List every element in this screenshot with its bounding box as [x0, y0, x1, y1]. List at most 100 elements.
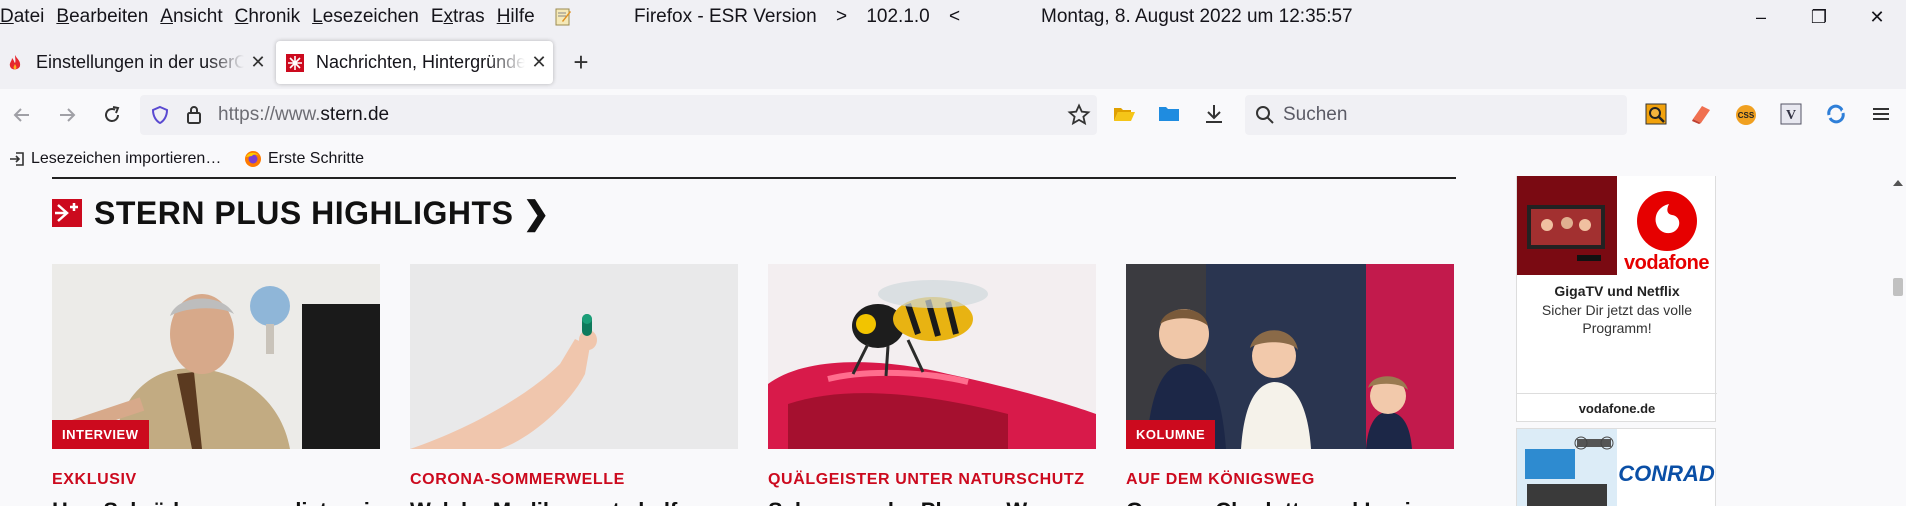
- article-card[interactable]: QUÄLGEISTER UNTER NATURSCHUTZ Schonen od…: [768, 264, 1096, 506]
- svg-text:CSS: CSS: [1738, 111, 1755, 120]
- close-tab-icon[interactable]: ✕: [525, 52, 553, 73]
- tab-title: Einstellungen in der userChrome.css: [36, 52, 244, 72]
- extension-search-icon[interactable]: [1644, 102, 1668, 126]
- tab-userchrome[interactable]: Einstellungen in der userChrome.css ✕: [0, 41, 272, 84]
- menu-item-text: hronik: [248, 6, 301, 27]
- page-scrollbar[interactable]: [1890, 176, 1906, 506]
- url-bar[interactable]: https://www.stern.de: [140, 95, 1097, 135]
- ad-image: [1517, 429, 1617, 506]
- open-folder-icon[interactable]: [1112, 102, 1136, 126]
- extension-v-icon[interactable]: V: [1779, 102, 1803, 126]
- menu-item-text: ilfe: [510, 6, 535, 27]
- tracking-shield-icon[interactable]: [150, 105, 170, 125]
- ad-domain[interactable]: vodafone.de: [1517, 401, 1717, 416]
- extension-sync-icon[interactable]: [1824, 102, 1848, 126]
- url-text[interactable]: https://www.stern.de: [218, 104, 389, 126]
- minimize-button[interactable]: –: [1732, 0, 1790, 34]
- folder-icon[interactable]: [1157, 102, 1181, 126]
- search-input[interactable]: [1283, 103, 1613, 127]
- article-badge: INTERVIEW: [52, 420, 149, 449]
- menu-item[interactable]: Chronik: [235, 6, 306, 28]
- ad-image: [1517, 176, 1617, 275]
- menu-item-text: tras: [453, 6, 485, 27]
- article-card[interactable]: KOLUMNE AUF DEM KÖNIGSWEG George, Charlo…: [1126, 264, 1454, 506]
- stern-logo-icon: [52, 199, 82, 227]
- scroll-up-arrow-icon[interactable]: [1893, 180, 1903, 186]
- import-icon: [10, 152, 24, 166]
- url-scheme: https://www.: [218, 104, 321, 125]
- article-headline[interactable]: Welche Medikamente helfen: [410, 498, 703, 506]
- ad-headline: GigaTV und Netflix: [1554, 283, 1680, 299]
- forward-button[interactable]: [53, 101, 81, 129]
- extension-css-icon[interactable]: CSS: [1734, 102, 1758, 126]
- menu-item-accesskey: x: [443, 6, 454, 27]
- download-icon[interactable]: [1202, 102, 1226, 126]
- advertisement-vodafone[interactable]: vodafone GigaTV und Netflix Sicher Dir j…: [1516, 176, 1717, 422]
- menu-item-text: nsicht: [172, 6, 223, 27]
- vodafone-wordmark: vodafone: [1624, 252, 1709, 274]
- bookmark-label: Lesezeichen importieren…: [31, 150, 222, 167]
- menu-item-accesskey: D: [0, 6, 14, 27]
- article-card[interactable]: CORONA-SOMMERWELLE Welche Medikamente he…: [410, 264, 738, 506]
- menu-item-text: atei: [13, 6, 45, 27]
- new-tab-button[interactable]: +: [566, 47, 596, 77]
- menu-item[interactable]: Hilfe: [497, 6, 541, 28]
- url-host: stern.de: [320, 104, 390, 125]
- scrollbar-thumb[interactable]: [1893, 278, 1903, 296]
- menu-bar: Datei Bearbeiten Ansicht Chronik Lesezeichen…: [0, 0, 1906, 34]
- menu-item-accesskey: A: [160, 6, 173, 27]
- lock-icon[interactable]: [184, 104, 204, 126]
- menu-item[interactable]: Ansicht: [160, 6, 228, 28]
- article-card[interactable]: INTERVIEW EXKLUSIV Herr Schröder, warum …: [52, 264, 416, 506]
- tab-stern[interactable]: Nachrichten, Hintergründe und Reportagen…: [276, 41, 553, 84]
- article-image: KOLUMNE: [1126, 264, 1454, 449]
- vodafone-logo: vodafone: [1617, 179, 1716, 275]
- close-window-button[interactable]: ✕: [1848, 0, 1906, 34]
- hamburger-menu-icon[interactable]: [1869, 102, 1893, 126]
- firefox-icon: [245, 151, 261, 167]
- restore-button[interactable]: ❐: [1790, 0, 1848, 34]
- flame-icon: [9, 54, 21, 69]
- article-kicker: EXKLUSIV: [52, 471, 137, 488]
- conrad-logo: CONRAD: [1618, 461, 1715, 486]
- browser-name: Firefox - ESR Version: [634, 6, 817, 27]
- tab-title: Nachrichten, Hintergründe und Reportagen: [316, 52, 525, 72]
- search-bar[interactable]: [1245, 95, 1627, 135]
- bookmark-getting-started[interactable]: Erste Schritte: [244, 150, 364, 168]
- tab-strip: Einstellungen in der userChrome.css ✕ Na…: [0, 34, 1906, 89]
- close-tab-icon[interactable]: ✕: [244, 52, 272, 73]
- title-separator: <: [949, 6, 961, 27]
- menu-item-accesskey: L: [312, 6, 323, 27]
- menu-item[interactable]: Datei: [0, 6, 50, 28]
- menu-item-accesskey: H: [496, 6, 511, 27]
- bookmarks-toolbar: Lesezeichen importieren… Erste Schritte: [0, 142, 1906, 176]
- article-kicker: AUF DEM KÖNIGSWEG: [1126, 471, 1315, 488]
- menu-item[interactable]: Lesezeichen: [312, 6, 425, 28]
- article-kicker: QUÄLGEISTER UNTER NATURSCHUTZ: [768, 471, 1085, 488]
- article-headline[interactable]: Schonen oder Plagen: Wespen: [768, 498, 1090, 506]
- extension-eraser-icon[interactable]: [1689, 102, 1713, 126]
- section-title: STERN PLUS HIGHLIGHTS ❯: [94, 195, 551, 231]
- ad-divider: [1517, 393, 1717, 394]
- title-datetime: Montag, 8. August 2022 um 12:35:57: [1041, 6, 1353, 27]
- advertisement-conrad[interactable]: CONRAD: [1516, 428, 1716, 506]
- search-icon: [1256, 106, 1274, 124]
- title-separator: >: [835, 6, 848, 27]
- article-headline[interactable]: Herr Schröder, warum distanzieren: [52, 498, 416, 506]
- section-header[interactable]: STERN PLUS HIGHLIGHTS ❯: [52, 194, 550, 232]
- svg-text:V: V: [1786, 108, 1796, 123]
- bookmark-label: Erste Schritte: [268, 150, 365, 167]
- back-button[interactable]: [8, 101, 36, 129]
- bookmark-star-icon[interactable]: [1067, 103, 1091, 127]
- browser-version: 102.1.0: [866, 6, 930, 27]
- reload-button[interactable]: [98, 101, 126, 129]
- bookmark-import[interactable]: Lesezeichen importieren…: [9, 150, 221, 168]
- window-controls: – ❐ ✕: [1732, 0, 1906, 34]
- article-headline[interactable]: George, Charlotte und Louis: [1126, 498, 1423, 506]
- menu-item[interactable]: Bearbeiten: [56, 6, 154, 28]
- vodafone-logo-icon: [1636, 191, 1697, 251]
- article-kicker: CORONA-SOMMERWELLE: [410, 471, 625, 488]
- article-image: [768, 264, 1096, 449]
- notepad-icon[interactable]: [553, 7, 573, 27]
- menu-item[interactable]: Extras: [431, 6, 491, 28]
